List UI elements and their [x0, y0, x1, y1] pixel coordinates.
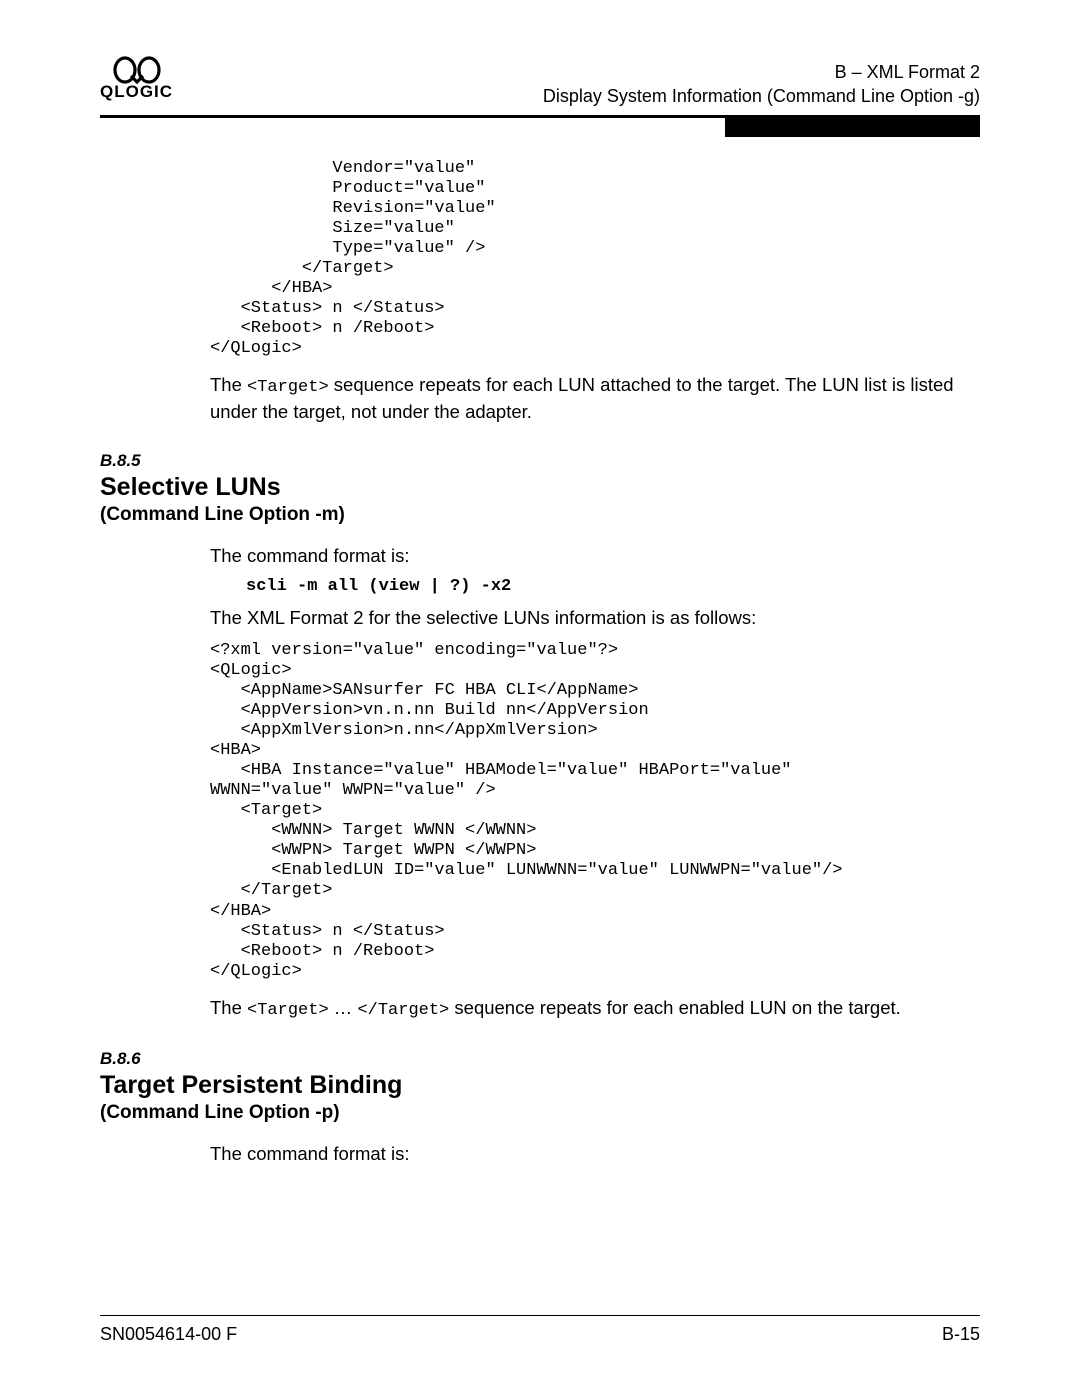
section-title-selective-luns: Selective LUNs	[100, 473, 980, 502]
para2-post: sequence repeats for each enabled LUN on…	[449, 997, 901, 1018]
cmd-intro-86: The command format is:	[210, 1142, 980, 1167]
section-title-target-binding: Target Persistent Binding	[100, 1071, 980, 1100]
paragraph-target-repeat: The <Target> sequence repeats for each L…	[210, 373, 980, 425]
footer-right: B-15	[942, 1324, 980, 1345]
para1-code: <Target>	[247, 378, 329, 397]
logo-icon	[111, 56, 163, 84]
code-block-1: Vendor="value" Product="value" Revision=…	[210, 159, 980, 359]
para2-pre: The	[210, 997, 247, 1018]
section-subtitle-m: (Command Line Option -m)	[100, 504, 980, 526]
section-number-b85: B.8.5	[100, 451, 980, 471]
header-line2: Display System Information (Command Line…	[543, 84, 980, 108]
header-right: B – XML Format 2 Display System Informat…	[543, 60, 980, 109]
code-block-2: <?xml version="value" encoding="value"?>…	[210, 641, 980, 982]
header-black-bar	[725, 117, 980, 137]
para1-pre: The	[210, 374, 247, 395]
para2-code1: <Target>	[247, 1001, 329, 1020]
para2-code2: </Target>	[357, 1001, 449, 1020]
header-line1: B – XML Format 2	[543, 60, 980, 84]
logo: QLOGIC	[100, 56, 173, 102]
command-line-85: scli -m all (view | ?) -x2	[246, 577, 980, 596]
logo-text: QLOGIC	[100, 82, 173, 102]
section-subtitle-p: (Command Line Option -p)	[100, 1102, 980, 1124]
para2-mid: …	[329, 997, 358, 1018]
footer-rule	[100, 1315, 980, 1316]
section-number-b86: B.8.6	[100, 1049, 980, 1069]
footer: SN0054614-00 F B-15	[100, 1315, 980, 1345]
footer-left: SN0054614-00 F	[100, 1324, 237, 1345]
xml-intro-85: The XML Format 2 for the selective LUNs …	[210, 606, 980, 631]
cmd-intro-85: The command format is:	[210, 544, 980, 569]
paragraph-target-repeat-2: The <Target> … </Target> sequence repeat…	[210, 996, 980, 1023]
